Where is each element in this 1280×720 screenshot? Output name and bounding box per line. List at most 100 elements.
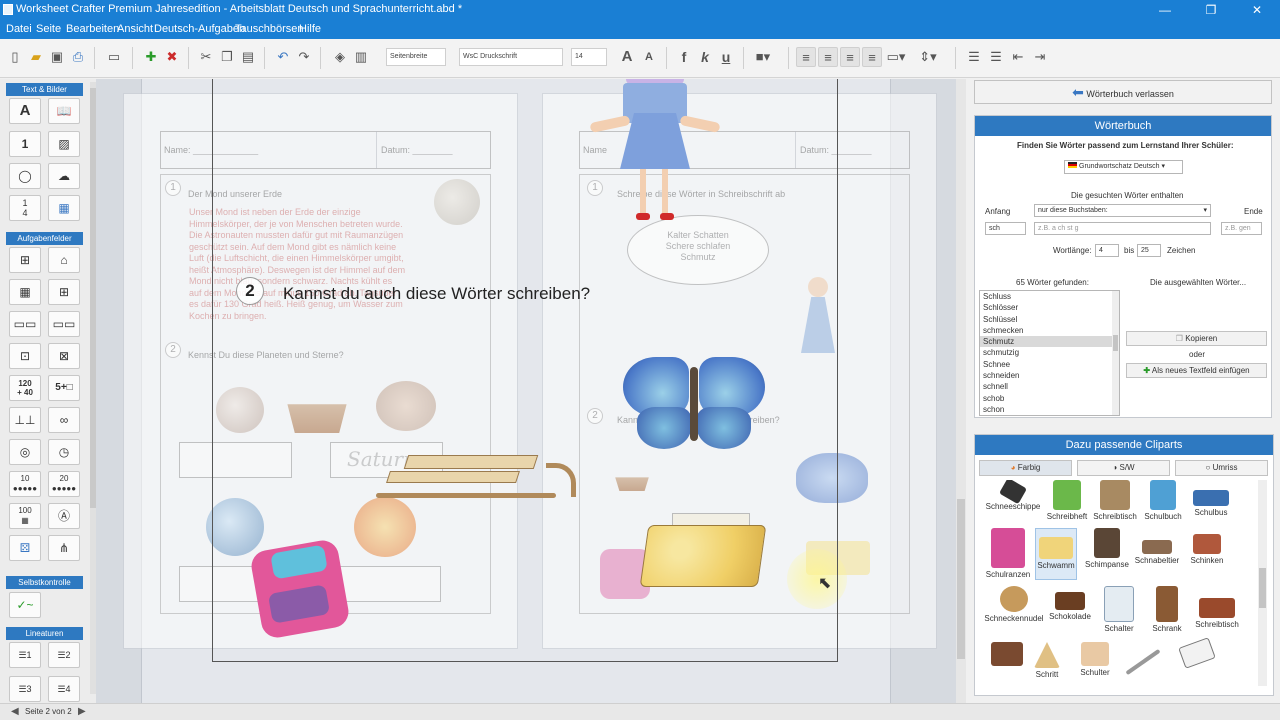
arrow-boxes-icon[interactable]: ▭▭ xyxy=(9,311,41,337)
sled-clipart[interactable] xyxy=(376,445,584,507)
clipart-item[interactable]: Schokolade xyxy=(1045,586,1095,621)
add-page-icon[interactable]: ✚ xyxy=(141,47,161,67)
thought-bubble-icon[interactable]: ☁ xyxy=(48,163,80,189)
next-page-icon[interactable]: ▶ xyxy=(78,706,86,717)
target-icon[interactable]: ◎ xyxy=(9,439,41,465)
section-aufgabenfelder[interactable]: Aufgabenfelder xyxy=(6,232,83,245)
numbered-list-icon[interactable]: ☰ xyxy=(986,47,1006,67)
list-item[interactable]: Schlüssel xyxy=(980,314,1119,325)
page-width-select[interactable]: Seitenbreite xyxy=(386,48,446,66)
house-grid-icon[interactable]: ⌂ xyxy=(48,247,80,273)
backpack-clipart[interactable] xyxy=(248,535,352,640)
clipart-item-selected[interactable]: Schwamm xyxy=(1035,528,1077,580)
book-icon[interactable]: 📖 xyxy=(48,98,80,124)
list-item[interactable]: schon xyxy=(980,404,1119,415)
copy-button[interactable]: ❐ Kopieren xyxy=(1126,331,1267,346)
list-item[interactable]: Schluss xyxy=(980,291,1119,302)
clipart-item[interactable]: Schneeschippe xyxy=(983,480,1043,511)
underline-button[interactable]: u xyxy=(716,47,736,67)
open-folder-icon[interactable]: ▰ xyxy=(26,47,46,67)
align-center-icon[interactable]: ≡ xyxy=(818,47,838,67)
paste-icon[interactable]: ▤ xyxy=(238,47,258,67)
square-nodes-icon[interactable]: ⊡ xyxy=(9,343,41,369)
dots-twenty-icon[interactable]: 20 ●●●●● xyxy=(48,471,80,497)
font-size-select[interactable]: 14 xyxy=(571,48,607,66)
list-item[interactable]: schmecken xyxy=(980,325,1119,336)
section-text-bilder[interactable]: Text & Bilder xyxy=(6,83,83,96)
list-item[interactable]: Schlösser xyxy=(980,302,1119,313)
text-field-icon[interactable]: A xyxy=(9,98,41,124)
line-spacing-icon[interactable]: ⇕▾ xyxy=(918,47,938,67)
butterfly-clipart[interactable] xyxy=(623,357,765,451)
list-item[interactable]: Schnee xyxy=(980,359,1119,370)
clipart-item[interactable]: Schreibtisch xyxy=(1191,586,1243,629)
menu-seite[interactable]: Seite xyxy=(36,23,61,35)
indent-decrease-icon[interactable]: ⇤ xyxy=(1008,47,1028,67)
bullet-list-icon[interactable]: ☰ xyxy=(964,47,984,67)
vertical-align-icon[interactable]: ▭▾ xyxy=(886,47,906,67)
table-icon[interactable]: ▦ xyxy=(48,195,80,221)
insert-textfield-button[interactable]: ✚ Als neues Textfeld einfügen xyxy=(1126,363,1267,378)
clipart-item[interactable]: Schrank xyxy=(1143,586,1191,633)
fraction-icon[interactable]: 14 xyxy=(9,195,41,221)
group-icon[interactable]: ◈ xyxy=(330,47,350,67)
letters-mode-select[interactable]: nur diese Buchstaben: ▾ xyxy=(1034,204,1211,217)
new-file-icon[interactable]: ▯ xyxy=(5,47,25,67)
grow-font-button[interactable]: A xyxy=(617,47,637,67)
shrink-font-button[interactable]: A xyxy=(639,47,659,67)
lineatur-3-icon[interactable]: ☰3 xyxy=(9,676,41,702)
letter-box-icon[interactable]: Ⓐ xyxy=(48,503,80,529)
prev-page-icon[interactable]: ◀ xyxy=(11,706,19,717)
tab-farbig[interactable]: ◕ Farbig xyxy=(979,460,1072,476)
clipart-item[interactable] xyxy=(1173,637,1221,669)
tab-sw[interactable]: ◑ S/W xyxy=(1077,460,1170,476)
list-item[interactable]: schneiden xyxy=(980,370,1119,381)
list-item[interactable]: schob xyxy=(980,393,1119,404)
list-item[interactable]: schnell xyxy=(980,381,1119,392)
worksheet-canvas[interactable]: Name: _____________ Datum: ________ 1 De… xyxy=(96,79,966,703)
clipart-item[interactable]: Schritt xyxy=(1023,642,1071,679)
equation-icon[interactable]: 5+□ xyxy=(48,375,80,401)
clipart-item[interactable]: Schulbus xyxy=(1187,480,1235,517)
list-item-selected[interactable]: Schmutz xyxy=(980,336,1119,348)
list-item[interactable]: schmutzig xyxy=(980,347,1119,358)
lineatur-2-icon[interactable]: ☰2 xyxy=(48,642,80,668)
clipart-item[interactable]: Schnabeltier xyxy=(1131,528,1183,565)
girl-clipart[interactable] xyxy=(589,79,721,241)
canvas-scrollbar[interactable] xyxy=(956,79,966,703)
word-list-scrollbar[interactable] xyxy=(1112,291,1119,415)
copy-icon[interactable]: ❐ xyxy=(217,47,237,67)
redo-icon[interactable]: ↷ xyxy=(294,47,314,67)
close-button[interactable]: ✕ xyxy=(1234,0,1280,20)
grid-large-icon[interactable]: ⊞ xyxy=(48,279,80,305)
menu-datei[interactable]: Datei xyxy=(6,23,32,35)
clipart-item[interactable]: Schulranzen xyxy=(983,528,1033,579)
tree-icon[interactable]: ⋔ xyxy=(48,535,80,561)
clipart-item[interactable]: Schimpanse xyxy=(1083,528,1131,569)
cross-nodes-icon[interactable]: ⊠ xyxy=(48,343,80,369)
font-select[interactable]: WsC Druckschrift xyxy=(459,48,563,66)
align-right-icon[interactable]: ≡ xyxy=(840,47,860,67)
start-input[interactable]: sch xyxy=(985,222,1026,235)
overlay-task-title[interactable]: Kannst du auch diese Wörter schreiben? xyxy=(283,284,590,304)
minimize-button[interactable]: — xyxy=(1142,0,1188,20)
speech-bubble-icon[interactable]: ◯ xyxy=(9,163,41,189)
clipart-item[interactable]: Schneckennudel xyxy=(983,586,1045,623)
print-icon[interactable]: ⎙ xyxy=(68,47,88,67)
menu-hilfe[interactable]: Hilfe xyxy=(299,23,321,35)
clipart-scrollbar[interactable] xyxy=(1258,480,1267,686)
arrow-boxes-alt-icon[interactable]: ▭▭ xyxy=(48,311,80,337)
chain-icon[interactable]: ∞ xyxy=(48,407,80,433)
lineatur-4-icon[interactable]: ☰4 xyxy=(48,676,80,702)
save-icon[interactable]: ▣ xyxy=(47,47,67,67)
align-left-icon[interactable]: ≡ xyxy=(796,47,816,67)
maximize-button[interactable]: ❐ xyxy=(1188,0,1234,20)
text-color-button[interactable]: ■▾ xyxy=(753,47,773,67)
clipart-item[interactable]: Schalter xyxy=(1095,586,1143,633)
layer-icon[interactable]: ▥ xyxy=(351,47,371,67)
clipart-item[interactable]: Schulter xyxy=(1071,642,1119,677)
indent-increase-icon[interactable]: ⇥ xyxy=(1030,47,1050,67)
clipart-item[interactable]: Schulbuch xyxy=(1139,480,1187,521)
grid-icon[interactable]: ▦ xyxy=(9,279,41,305)
vocabulary-select[interactable]: Grundwortschatz Deutsch ▾ xyxy=(1064,160,1183,174)
